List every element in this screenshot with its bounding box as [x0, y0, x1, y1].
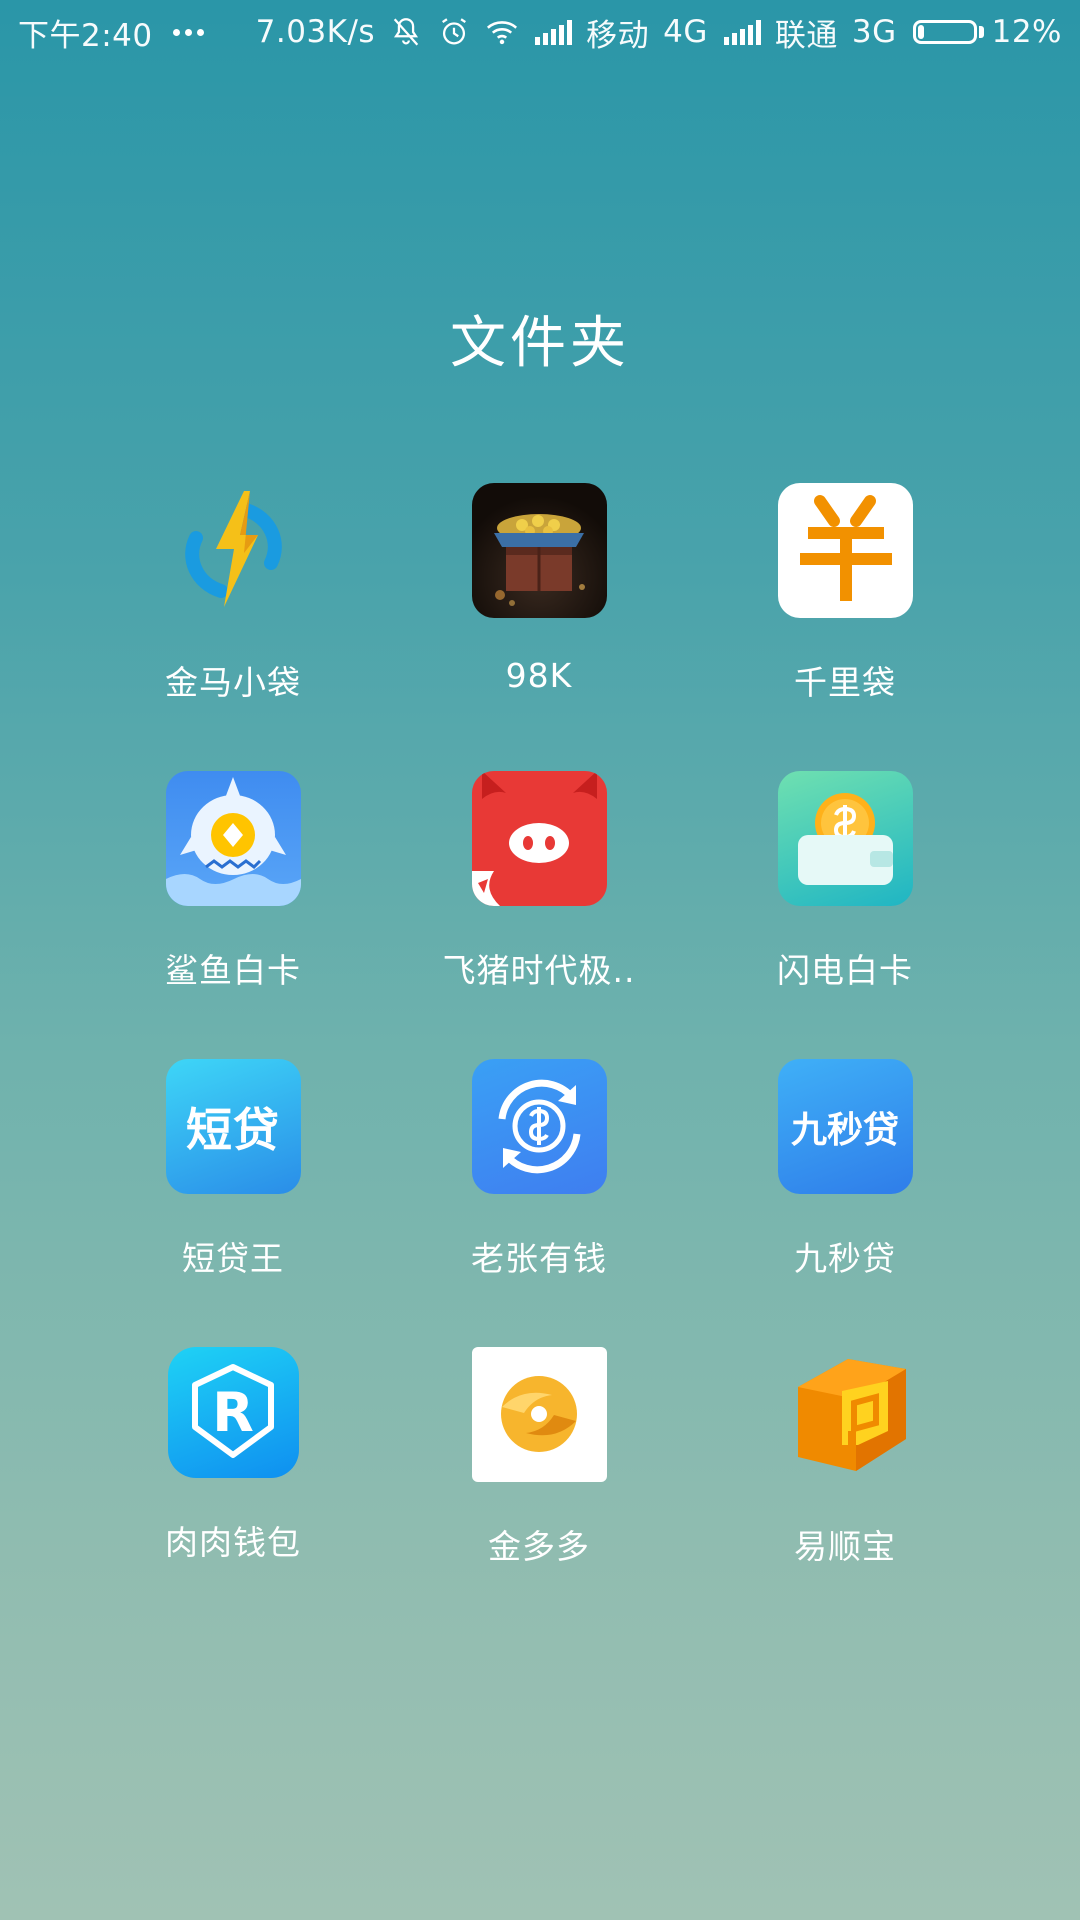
app-yishun-bao[interactable]: 易顺宝: [692, 1347, 998, 1635]
app-label: 千里袋: [794, 663, 896, 702]
network-type-1: 4G: [663, 14, 708, 50]
app-label: 九秒贷: [794, 1239, 896, 1278]
status-bar: 下午2:40 7.03K/s 移动 4G 联通 3G 12%: [0, 0, 1080, 64]
app-label: 飞猪时代极..: [442, 951, 636, 990]
more-notifications-icon: [172, 28, 204, 36]
bell-muted-icon: [389, 15, 423, 49]
orange-swirl-icon: [471, 1347, 607, 1482]
app-laozhang-youqian[interactable]: 老张有钱: [386, 1059, 692, 1347]
app-jin-duoduo[interactable]: 金多多: [386, 1347, 692, 1635]
app-jiumiao-dai[interactable]: 九秒贷 九秒贷: [692, 1059, 998, 1347]
wallet-coin-icon: [777, 771, 913, 906]
logo-text: 短贷: [186, 1102, 280, 1157]
pig-icon: [471, 771, 607, 906]
app-98k[interactable]: 98K: [386, 483, 692, 771]
app-qianlidai[interactable]: 千里袋: [692, 483, 998, 771]
network-type-2: 3G: [851, 14, 897, 50]
app-duandai-wang[interactable]: 短贷 短贷王: [80, 1059, 386, 1347]
text-logo-icon: 短贷: [165, 1059, 301, 1194]
shield-r-icon: R: [167, 1347, 299, 1478]
app-shayu-baika[interactable]: 鲨鱼白卡: [80, 771, 386, 1059]
logo-text: 九秒贷: [790, 1109, 899, 1151]
text-logo-icon: 九秒贷: [777, 1059, 913, 1194]
app-label: 98K: [505, 656, 573, 695]
app-grid: 金马小袋 98K 千里袋 鲨鱼白卡 飞猪时代极.. 闪电白卡 短贷 短贷王 老张…: [80, 483, 1000, 1635]
battery-percent: 12%: [991, 14, 1062, 50]
logo-text: R: [212, 1381, 254, 1444]
carrier-1: 移动: [586, 17, 650, 54]
folder-title[interactable]: 文件夹: [0, 298, 1080, 379]
app-label: 鲨鱼白卡: [165, 951, 301, 990]
app-label: 易顺宝: [794, 1527, 896, 1566]
app-jinma-xiaodai[interactable]: 金马小袋: [80, 483, 386, 771]
app-rourou-qianbao[interactable]: R 肉肉钱包: [80, 1347, 386, 1635]
battery-icon: [912, 20, 984, 44]
shark-icon: [165, 771, 301, 906]
network-speed: 7.03K/s: [255, 14, 376, 50]
app-shandian-baika[interactable]: 闪电白卡: [692, 771, 998, 1059]
app-label: 短贷王: [182, 1239, 284, 1278]
dollar-cycle-icon: [471, 1059, 607, 1194]
carrier-2: 联通: [774, 17, 838, 54]
treasure-crate-icon: [471, 483, 607, 618]
alarm-icon: [437, 15, 471, 49]
app-label: 金马小袋: [165, 663, 301, 702]
orange-block-icon: [778, 1347, 913, 1482]
wifi-icon: [485, 15, 519, 49]
app-label: 老张有钱: [471, 1239, 607, 1278]
app-label: 肉肉钱包: [165, 1523, 301, 1562]
app-feizhu-shidai[interactable]: 飞猪时代极..: [386, 771, 692, 1059]
lightning-icon: [166, 483, 301, 618]
signal-icon: [723, 19, 761, 45]
app-label: 闪电白卡: [777, 951, 913, 990]
signal-icon: [535, 19, 573, 45]
yen-icon: [777, 483, 913, 618]
status-time: 下午2:40: [18, 17, 153, 54]
app-label: 金多多: [488, 1527, 590, 1566]
